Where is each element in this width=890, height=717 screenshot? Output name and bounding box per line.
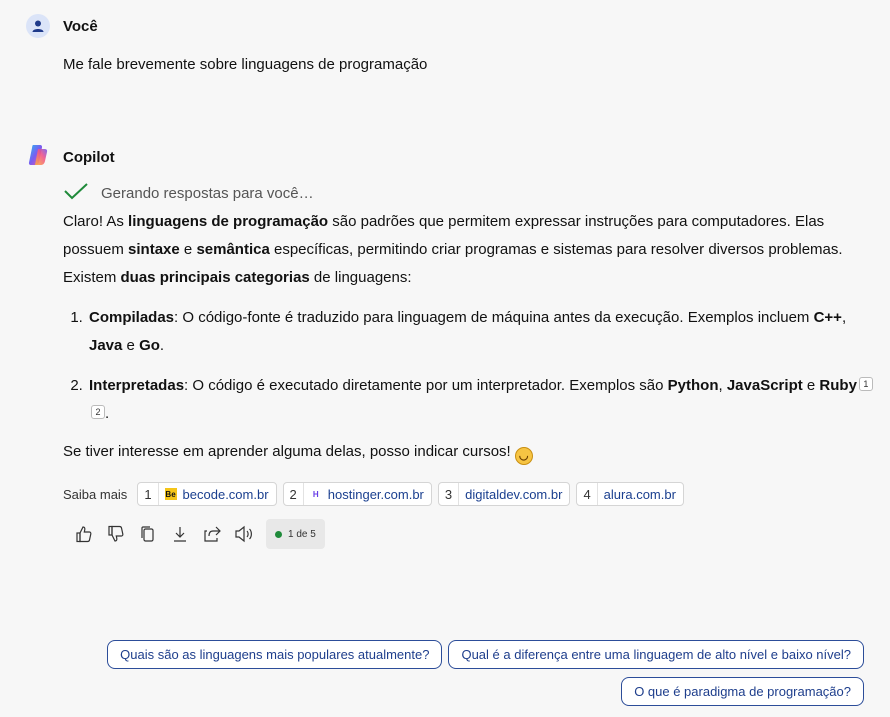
- item-title: Interpretadas: [89, 377, 185, 394]
- speaker-icon[interactable]: [228, 518, 260, 550]
- thumbs-up-icon[interactable]: [68, 518, 100, 550]
- example-bold: Go: [139, 337, 160, 354]
- copilot-name: Copilot: [63, 149, 115, 166]
- citation-badge[interactable]: 2: [91, 405, 105, 419]
- becode-favicon-icon: Be: [164, 488, 177, 500]
- source-domain: hostinger.com.br: [327, 486, 424, 502]
- answer-intro: Claro! As linguagens de programação são …: [63, 208, 873, 292]
- copilot-header: Copilot: [26, 143, 115, 172]
- generating-status: Gerando respostas para você…: [63, 182, 314, 204]
- example-bold: C++: [813, 309, 842, 326]
- list-item: Interpretadas: O código é executado dire…: [87, 372, 873, 428]
- source-domain: alura.com.br: [603, 486, 676, 502]
- copy-icon[interactable]: [132, 518, 164, 550]
- suggestion-chip[interactable]: Qual é a diferença entre uma linguagem d…: [448, 640, 864, 669]
- thumbs-down-icon[interactable]: [100, 518, 132, 550]
- user-header: Você: [26, 14, 98, 38]
- separator: .: [105, 405, 110, 422]
- intro-bold: duas principais categorias: [120, 269, 310, 286]
- separator: e: [802, 377, 820, 394]
- share-icon[interactable]: [196, 518, 228, 550]
- separator: ,: [841, 309, 847, 326]
- intro-text: Claro! As: [63, 213, 129, 230]
- separator: ,: [718, 377, 727, 394]
- example-bold: JavaScript: [726, 377, 803, 394]
- response-pager[interactable]: 1 de 5: [266, 519, 325, 549]
- citation-badge[interactable]: 1: [858, 377, 873, 391]
- separator: .: [159, 337, 165, 354]
- source-number: 3: [439, 483, 460, 505]
- example-bold: Java: [89, 337, 123, 354]
- user-avatar-icon: [26, 14, 50, 38]
- item-title: Compiladas: [89, 309, 175, 326]
- answer-closing: Se tiver interesse em aprender alguma de…: [63, 438, 873, 466]
- suggestion-chips: Quais são as linguagens mais populares a…: [44, 640, 864, 706]
- generating-text: Gerando respostas para você…: [101, 184, 314, 202]
- source-domain: becode.com.br: [182, 486, 269, 502]
- source-number: 1: [138, 483, 159, 505]
- list-item: Compiladas: O código-fonte é traduzido p…: [87, 304, 873, 360]
- smile-emoji-icon: ◡: [514, 447, 533, 465]
- closing-text: Se tiver interesse em aprender alguma de…: [63, 443, 511, 460]
- intro-bold: linguagens de programação: [128, 213, 329, 230]
- suggestion-chip[interactable]: Quais são as linguagens mais populares a…: [107, 640, 443, 669]
- source-number: 4: [577, 483, 598, 505]
- category-list: Compiladas: O código-fonte é traduzido p…: [87, 304, 873, 428]
- answer-body: Claro! As linguagens de programação são …: [63, 208, 873, 466]
- source-number: 2: [284, 483, 304, 505]
- example-bold: Ruby: [819, 377, 857, 394]
- hostinger-favicon-icon: H: [312, 489, 319, 499]
- item-text: : O código é executado diretamente por u…: [184, 377, 668, 394]
- item-text: : O código-fonte é traduzido para lingua…: [174, 309, 814, 326]
- response-actions: 1 de 5: [68, 518, 325, 550]
- checkmark-icon: [63, 182, 89, 204]
- example-bold: Python: [667, 377, 719, 394]
- source-domain: digitaldev.com.br: [465, 486, 563, 502]
- sources-bar: Saiba mais 1 Be becode.com.br 2 H hostin…: [63, 482, 690, 506]
- intro-text: e: [179, 241, 197, 258]
- download-icon[interactable]: [164, 518, 196, 550]
- intro-bold: sintaxe: [128, 241, 180, 258]
- source-link-hostinger[interactable]: 2 H hostinger.com.br: [282, 482, 432, 506]
- status-dot-icon: [275, 530, 282, 538]
- suggestion-chip[interactable]: O que é paradigma de programação?: [621, 677, 864, 706]
- user-message: Me fale brevemente sobre linguagens de p…: [63, 56, 428, 73]
- sources-label: Saiba mais: [63, 486, 128, 502]
- intro-text: de linguagens:: [309, 269, 412, 286]
- source-link-becode[interactable]: 1 Be becode.com.br: [137, 482, 277, 506]
- user-name: Você: [63, 17, 98, 35]
- pager-text: 1 de 5: [288, 528, 316, 540]
- separator: e: [122, 337, 140, 354]
- source-link-digitaldev[interactable]: 3 digitaldev.com.br: [437, 482, 571, 506]
- intro-bold: semântica: [196, 241, 270, 258]
- source-link-alura[interactable]: 4 alura.com.br: [576, 482, 684, 506]
- copilot-logo-icon: [26, 143, 50, 172]
